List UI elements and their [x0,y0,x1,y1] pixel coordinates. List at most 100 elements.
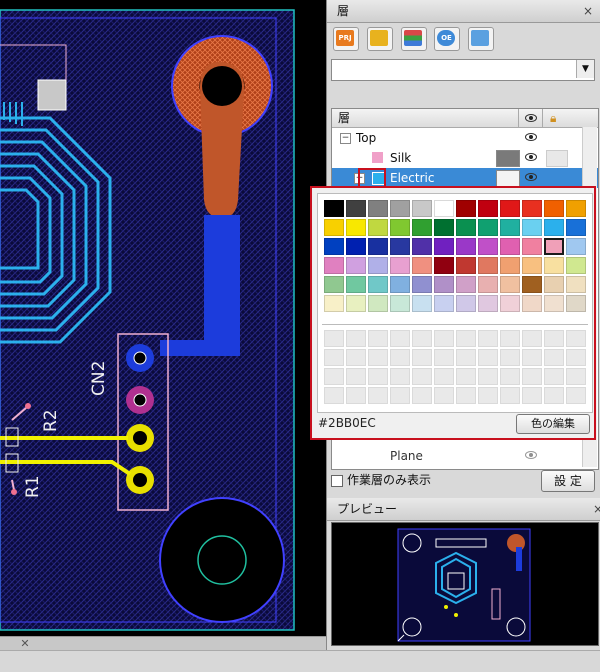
custom-color-slot[interactable] [390,330,410,347]
color-swatch[interactable] [412,219,432,236]
color-swatch[interactable] [478,295,498,312]
layer-row-plane[interactable]: Plane [332,446,598,466]
layers-stack-button[interactable] [400,27,427,51]
custom-color-slot[interactable] [456,368,476,385]
color-swatch[interactable] [544,276,564,293]
color-swatch[interactable] [544,200,564,217]
layer-color-box[interactable] [496,150,520,167]
color-swatch[interactable] [412,238,432,255]
custom-color-slot[interactable] [566,330,586,347]
grid-view-button[interactable] [468,27,495,51]
custom-color-slot[interactable] [324,349,344,366]
layer-dropdown[interactable]: ▼ [331,59,595,81]
color-swatch[interactable] [434,257,454,274]
custom-color-slot[interactable] [368,368,388,385]
custom-color-slot[interactable] [566,368,586,385]
color-swatch[interactable] [434,276,454,293]
custom-color-slot[interactable] [522,330,542,347]
color-swatch[interactable] [522,276,542,293]
custom-color-slot[interactable] [324,387,344,404]
custom-color-slot[interactable] [478,387,498,404]
color-swatch[interactable] [566,257,586,274]
layer-row-silk[interactable]: Silk [332,148,598,168]
chevron-down-icon[interactable]: ▼ [576,60,594,78]
color-swatch[interactable] [412,257,432,274]
color-swatch[interactable] [346,276,366,293]
custom-color-slot[interactable] [324,330,344,347]
color-swatch[interactable] [522,200,542,217]
custom-color-slot[interactable] [522,349,542,366]
color-swatch[interactable] [412,295,432,312]
layer-sheet-button[interactable] [366,27,393,51]
custom-color-slot[interactable] [478,349,498,366]
custom-color-slot[interactable] [478,330,498,347]
eye-icon[interactable] [524,133,538,142]
color-swatch[interactable] [544,295,564,312]
custom-color-slot[interactable] [566,387,586,404]
color-swatch[interactable] [566,276,586,293]
color-swatch[interactable] [390,219,410,236]
color-swatch[interactable] [478,257,498,274]
custom-color-slot[interactable] [390,368,410,385]
eye-icon[interactable] [524,173,538,182]
custom-color-slot[interactable] [544,330,564,347]
color-swatch[interactable] [478,219,498,236]
color-swatch[interactable] [412,200,432,217]
color-swatch[interactable] [368,257,388,274]
pcb-board-drawing[interactable]: CN2 R2 R1 [0,0,326,636]
color-swatch[interactable] [456,276,476,293]
color-swatch[interactable] [522,219,542,236]
work-layer-only-checkbox[interactable]: 作業層のみ表示 [331,470,431,490]
color-swatch[interactable] [390,238,410,255]
custom-color-slot[interactable] [500,387,520,404]
color-swatch[interactable] [434,238,454,255]
custom-color-slot[interactable] [346,387,366,404]
custom-color-slot[interactable] [412,349,432,366]
close-icon[interactable]: × [593,498,600,520]
custom-color-slot[interactable] [456,387,476,404]
color-swatch[interactable] [500,276,520,293]
color-swatch[interactable] [478,238,498,255]
custom-color-slot[interactable] [324,368,344,385]
color-swatch[interactable] [346,219,366,236]
color-swatch[interactable] [566,200,586,217]
custom-color-slot[interactable] [434,330,454,347]
color-swatch[interactable] [346,257,366,274]
board-preview[interactable] [331,522,599,646]
color-swatch[interactable] [478,200,498,217]
canvas-tab-strip[interactable]: ✕ [0,636,326,651]
color-swatch[interactable] [500,238,520,255]
color-swatch[interactable] [522,238,542,255]
color-swatch[interactable] [500,219,520,236]
custom-color-slot[interactable] [434,349,454,366]
custom-color-slot[interactable] [346,330,366,347]
custom-color-slot[interactable] [412,387,432,404]
custom-color-slot[interactable] [390,387,410,404]
color-swatch[interactable] [390,257,410,274]
color-swatch[interactable] [368,238,388,255]
color-swatch[interactable] [456,219,476,236]
custom-color-slot[interactable] [346,368,366,385]
custom-color-slot[interactable] [500,330,520,347]
color-swatch[interactable] [390,200,410,217]
color-swatch[interactable] [368,219,388,236]
custom-color-slot[interactable] [566,349,586,366]
custom-color-slot[interactable] [500,349,520,366]
color-swatch[interactable] [324,295,344,312]
color-swatch[interactable] [390,276,410,293]
color-swatch[interactable] [566,219,586,236]
custom-color-slot[interactable] [368,349,388,366]
custom-color-slot[interactable] [478,368,498,385]
color-swatch[interactable] [522,295,542,312]
color-swatch[interactable] [456,238,476,255]
custom-color-slot[interactable] [346,349,366,366]
pcb-canvas[interactable]: CN2 R2 R1 [0,0,326,636]
custom-color-slot[interactable] [412,368,432,385]
color-swatch[interactable] [478,276,498,293]
eye-icon[interactable] [524,451,538,460]
color-swatch[interactable] [346,295,366,312]
oe-button[interactable]: OE [434,27,461,51]
color-swatch[interactable] [500,295,520,312]
color-swatch[interactable] [324,219,344,236]
checkbox-box[interactable] [331,474,343,487]
